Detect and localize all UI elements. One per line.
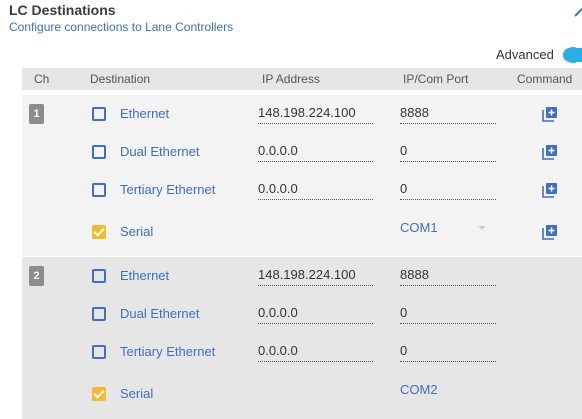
destination-label: Serial [120, 386, 154, 401]
add-box-icon[interactable] [542, 182, 558, 198]
table-row: Ethernet 148.198.224.100 8888 [22, 257, 582, 295]
add-box-icon[interactable] [542, 224, 558, 240]
port-field[interactable]: 8888 [400, 267, 496, 286]
table-row: Ethernet 148.198.224.100 8888 [22, 95, 582, 133]
table-row: Serial COM2 [22, 375, 582, 413]
ip-address-field[interactable]: 148.198.224.100 [258, 267, 373, 286]
advanced-label: Advanced [496, 47, 554, 62]
destination-checkbox[interactable] [92, 107, 106, 121]
port-field[interactable]: 0 [400, 143, 496, 162]
destination-checkbox[interactable] [92, 307, 106, 321]
advanced-toggle[interactable] [563, 47, 582, 63]
page-title: LC Destinations [9, 2, 116, 18]
port-field[interactable]: 0 [400, 305, 496, 324]
destination-label: Serial [120, 224, 154, 239]
table-header: Ch Destination IP Address IP/Com Port Co… [22, 68, 582, 90]
destination-checkbox[interactable] [92, 269, 106, 283]
ip-address-field[interactable]: 0.0.0.0 [258, 305, 373, 324]
add-box-icon[interactable] [542, 106, 558, 122]
destination-checkbox[interactable] [92, 225, 106, 239]
column-header-command: Command [517, 72, 573, 86]
destination-label: Dual Ethernet [120, 144, 200, 159]
column-header-destination: Destination [90, 72, 151, 86]
table-row: Dual Ethernet 0.0.0.0 0 [22, 295, 582, 333]
table-row: Tertiary Ethernet 0.0.0.0 0 [22, 333, 582, 371]
destination-checkbox[interactable] [92, 183, 106, 197]
table-row: Dual Ethernet 0.0.0.0 0 [22, 133, 582, 171]
port-field[interactable]: 0 [400, 181, 496, 200]
destination-label: Ethernet [120, 268, 170, 283]
page-subtitle: Configure connections to Lane Controller… [9, 20, 234, 34]
destination-label: Tertiary Ethernet [120, 182, 216, 197]
com-port-value: COM2 [400, 382, 438, 397]
table-row: Serial COM1 [22, 213, 582, 251]
port-field[interactable]: 0 [400, 343, 496, 362]
ip-address-field[interactable]: 0.0.0.0 [258, 343, 373, 362]
add-box-icon[interactable] [542, 144, 558, 160]
ip-address-field[interactable]: 0.0.0.0 [258, 181, 373, 200]
destination-checkbox[interactable] [92, 345, 106, 359]
ip-address-field[interactable]: 148.198.224.100 [258, 105, 373, 124]
column-header-ch: Ch [34, 72, 50, 86]
destination-checkbox[interactable] [92, 145, 106, 159]
chevron-up-icon[interactable] [572, 6, 582, 20]
channel-group-1: 1 Ethernet 148.198.224.100 8888 Dual Eth… [22, 95, 582, 256]
port-field[interactable]: 8888 [400, 105, 496, 124]
table-row: Tertiary Ethernet 0.0.0.0 0 [22, 171, 582, 209]
channel-group-2: 2 Ethernet 148.198.224.100 8888 Dual Eth… [22, 257, 582, 419]
dropdown-caret-icon [478, 226, 486, 230]
destination-label: Dual Ethernet [120, 306, 200, 321]
destination-checkbox[interactable] [92, 387, 106, 401]
com-port-select[interactable]: COM1 [400, 220, 496, 235]
column-header-ip-com-port: IP/Com Port [403, 72, 469, 86]
toggle-knob [565, 47, 581, 63]
destination-label: Ethernet [120, 106, 170, 121]
column-header-ip-address: IP Address [262, 72, 320, 86]
com-port-value: COM1 [400, 220, 438, 235]
destination-label: Tertiary Ethernet [120, 344, 216, 359]
ip-address-field[interactable]: 0.0.0.0 [258, 143, 373, 162]
